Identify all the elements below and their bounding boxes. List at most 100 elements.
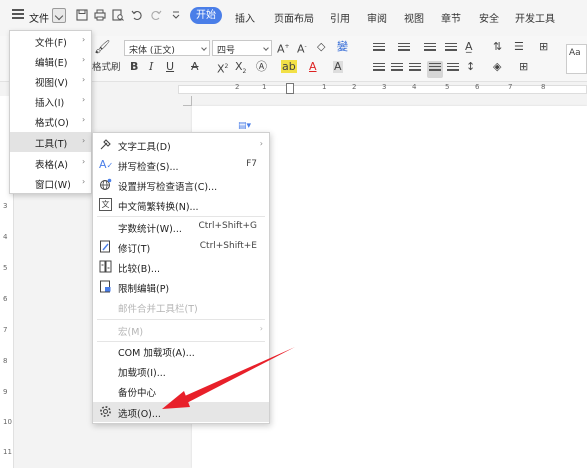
menu-item-track-changes[interactable]: 修订(T) Ctrl+Shift+E: [93, 237, 269, 257]
tab-insert[interactable]: 插入: [235, 10, 255, 25]
menu-item-label: 拼写检查(S)...: [118, 162, 179, 173]
phonetic-guide-icon[interactable]: 變: [337, 41, 348, 53]
numbered-list-icon[interactable]: [398, 43, 410, 56]
decrease-indent-icon[interactable]: [424, 43, 436, 56]
clear-format-icon[interactable]: ◇: [317, 41, 325, 53]
print-preview-icon[interactable]: [112, 9, 124, 21]
menu-item-insert[interactable]: 插入(I) ›: [10, 91, 91, 111]
text-effect-icon[interactable]: Ⓐ: [256, 61, 267, 73]
format-painter-label[interactable]: 格式刷: [92, 62, 121, 74]
menu-item-label: 插入(I): [35, 98, 65, 109]
increase-indent-icon[interactable]: [445, 43, 457, 56]
menu-item-label: 设置拼写检查语言(C)...: [118, 182, 218, 193]
bullet-list-icon[interactable]: [373, 43, 385, 56]
format-painter-icon[interactable]: 🖌: [94, 41, 111, 54]
tab-page-layout[interactable]: 页面布局: [274, 10, 314, 25]
highlight-color-icon[interactable]: ab: [281, 60, 297, 73]
align-right-icon[interactable]: [409, 63, 421, 76]
align-center-icon[interactable]: [391, 63, 403, 76]
redo-icon[interactable]: [150, 9, 162, 21]
font-name-select[interactable]: 宋体 (正文): [124, 40, 210, 56]
chevron-right-icon: ›: [82, 115, 86, 124]
ruler-tick: 5: [3, 264, 8, 272]
menu-item-file[interactable]: 文件(F) ›: [10, 31, 91, 51]
indent-marker[interactable]: [286, 83, 294, 94]
tab-chapter[interactable]: 章节: [441, 10, 461, 25]
text-tools-icon: [99, 138, 112, 151]
menu-item-tools[interactable]: 工具(T) ›: [10, 132, 91, 152]
char-shading-icon[interactable]: A: [333, 61, 343, 73]
font-size-select[interactable]: 四号: [212, 40, 272, 56]
hamburger-menu-icon[interactable]: [12, 9, 24, 19]
menu-item-mail-merge-toolbar: 邮件合并工具栏(T): [93, 297, 269, 317]
superscript-icon[interactable]: X2: [217, 61, 228, 76]
paragraph-settings-icon[interactable]: ☰: [514, 41, 524, 53]
menu-item-restrict-editing[interactable]: 限制编辑(P): [93, 277, 269, 297]
chevron-right-icon: ›: [82, 157, 86, 166]
menu-item-spell-language[interactable]: 设置拼写检查语言(C)...: [93, 175, 269, 195]
menu-item-label: 工具(T): [35, 139, 68, 150]
ruler-tick: 8: [3, 357, 8, 365]
tab-home[interactable]: 开始: [190, 7, 222, 24]
ruler-tick: 3: [3, 202, 8, 210]
customize-toolbar-icon[interactable]: [170, 9, 182, 21]
ruler-tick: 2: [235, 83, 240, 91]
menu-item-table[interactable]: 表格(A) ›: [10, 153, 91, 173]
show-marks-icon[interactable]: ⊞: [539, 41, 548, 53]
gear-icon: [99, 405, 112, 418]
menu-item-shortcut: Ctrl+Shift+G: [198, 221, 257, 231]
ruler-tick: 5: [445, 83, 450, 91]
menu-item-compare[interactable]: 比较(B)...: [93, 257, 269, 277]
styles-gallery[interactable]: Aa: [566, 44, 587, 74]
font-color-icon[interactable]: A: [309, 61, 317, 73]
shading-icon[interactable]: ◈: [493, 61, 501, 73]
file-dropdown-button[interactable]: [52, 8, 66, 23]
borders-icon[interactable]: ⊞: [519, 61, 528, 73]
tab-developer-tools[interactable]: 开发工具: [515, 10, 555, 25]
grow-font-icon[interactable]: A+: [277, 41, 290, 56]
page-corner-mark: [183, 96, 192, 106]
align-left-icon[interactable]: [373, 63, 385, 76]
tab-view[interactable]: 视图: [404, 10, 424, 25]
undo-icon[interactable]: [131, 9, 143, 21]
menu-item-edit[interactable]: 编辑(E) ›: [10, 51, 91, 71]
ruler-tick: 7: [3, 326, 8, 334]
print-icon[interactable]: [94, 9, 106, 21]
shrink-font-icon[interactable]: A-: [297, 41, 307, 56]
tab-security[interactable]: 安全: [479, 10, 499, 25]
menu-item-format[interactable]: 格式(O) ›: [10, 111, 91, 131]
menu-item-view[interactable]: 视图(V) ›: [10, 71, 91, 91]
track-changes-icon: [99, 240, 112, 253]
menu-item-label: 字数统计(W)...: [118, 224, 182, 235]
underline-icon[interactable]: U: [166, 61, 174, 73]
italic-icon[interactable]: I: [149, 61, 153, 73]
menu-item-label: 文字工具(D): [118, 142, 171, 153]
distributed-align-icon[interactable]: [447, 63, 459, 76]
file-dropdown-menu: 文件(F) › 编辑(E) › 视图(V) › 插入(I) › 格式(O) › …: [9, 30, 92, 194]
strikethrough-icon[interactable]: A: [191, 61, 199, 73]
menu-item-chinese-conversion[interactable]: 文 中文简繁转换(N)...: [93, 195, 269, 215]
menu-item-label: 中文简繁转换(N)...: [118, 202, 199, 213]
ruler-tick: 2: [352, 83, 357, 91]
bold-icon[interactable]: B: [130, 61, 138, 73]
ruler-tick: 6: [475, 83, 480, 91]
menu-item-text-tools[interactable]: 文字工具(D) ›: [93, 135, 269, 155]
justify-icon[interactable]: [427, 61, 443, 78]
menu-item-shortcut: Ctrl+Shift+E: [199, 241, 257, 251]
chevron-right-icon: ›: [259, 139, 263, 148]
ruler-tick: 1: [262, 83, 267, 91]
subscript-icon[interactable]: X2: [235, 60, 246, 78]
case-change-icon[interactable]: A̲: [465, 41, 473, 53]
tab-review[interactable]: 审阅: [367, 10, 387, 25]
sort-icon[interactable]: ⇅: [493, 41, 502, 53]
save-icon[interactable]: [76, 9, 88, 21]
ruler-tick: 4: [3, 233, 8, 241]
spell-check-icon: A✓: [99, 158, 114, 171]
menu-item-word-count[interactable]: 字数统计(W)... Ctrl+Shift+G: [93, 217, 269, 237]
menu-item-window[interactable]: 窗口(W) ›: [10, 173, 91, 193]
paragraph-handle-icon[interactable]: ▤▾: [238, 121, 251, 131]
menu-item-spell-check[interactable]: A✓ 拼写检查(S)... F7: [93, 155, 269, 175]
line-spacing-icon[interactable]: ↕: [466, 61, 475, 73]
file-menu-button[interactable]: 文件: [29, 10, 49, 25]
tab-references[interactable]: 引用: [330, 10, 350, 25]
